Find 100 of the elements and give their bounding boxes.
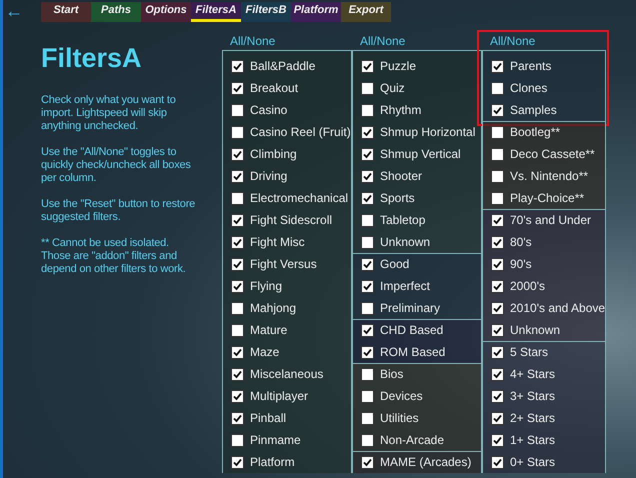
- checkbox[interactable]: [361, 104, 374, 116]
- filter-checkbox[interactable]: 5 Stars: [483, 341, 548, 363]
- checkbox[interactable]: [361, 236, 374, 248]
- checkbox[interactable]: [361, 148, 374, 160]
- checkbox[interactable]: [491, 302, 504, 314]
- filter-checkbox[interactable]: Clones: [483, 77, 548, 99]
- filter-checkbox[interactable]: Multiplayer: [223, 385, 308, 407]
- filter-checkbox[interactable]: Shooter: [353, 165, 422, 187]
- checkbox[interactable]: [361, 368, 374, 380]
- checkbox[interactable]: [231, 170, 244, 182]
- filter-checkbox[interactable]: 80's: [483, 231, 532, 253]
- filter-checkbox[interactable]: Good: [353, 253, 410, 275]
- checkbox[interactable]: [361, 60, 374, 72]
- checkbox[interactable]: [231, 104, 244, 116]
- filter-checkbox[interactable]: Shmup Horizontal: [353, 121, 476, 143]
- checkbox[interactable]: [361, 302, 374, 314]
- filter-checkbox[interactable]: Maze: [223, 341, 280, 363]
- checkbox[interactable]: [491, 148, 504, 160]
- checkbox[interactable]: [231, 456, 244, 468]
- filter-checkbox[interactable]: Rhythm: [353, 99, 422, 121]
- filter-checkbox[interactable]: 2000's: [483, 275, 545, 297]
- filter-checkbox[interactable]: Ball&Paddle: [223, 55, 316, 77]
- all-none-toggle[interactable]: All/None: [490, 34, 536, 48]
- checkbox[interactable]: [231, 258, 244, 270]
- checkbox[interactable]: [361, 280, 374, 292]
- checkbox[interactable]: [231, 302, 244, 314]
- tab[interactable]: FiltersB: [241, 2, 291, 22]
- filter-checkbox[interactable]: Samples: [483, 99, 557, 121]
- filter-checkbox[interactable]: Unknown: [353, 231, 430, 253]
- all-none-toggle[interactable]: All/None: [230, 34, 276, 48]
- filter-checkbox[interactable]: Non-Arcade: [353, 429, 444, 451]
- checkbox[interactable]: [231, 324, 244, 336]
- filter-checkbox[interactable]: Mature: [223, 319, 288, 341]
- checkbox[interactable]: [491, 214, 504, 226]
- filter-checkbox[interactable]: Deco Cassete**: [483, 143, 595, 165]
- checkbox[interactable]: [491, 104, 504, 116]
- checkbox[interactable]: [231, 412, 244, 424]
- filter-checkbox[interactable]: Pinball: [223, 407, 286, 429]
- checkbox[interactable]: [491, 280, 504, 292]
- filter-checkbox[interactable]: Parents: [483, 55, 552, 77]
- checkbox[interactable]: [231, 82, 244, 94]
- tab[interactable]: Start: [41, 2, 91, 22]
- checkbox[interactable]: [361, 214, 374, 226]
- checkbox[interactable]: [231, 280, 244, 292]
- checkbox[interactable]: [231, 148, 244, 160]
- checkbox[interactable]: [361, 82, 374, 94]
- tab[interactable]: Platform: [291, 2, 341, 22]
- tab[interactable]: Paths: [91, 2, 141, 22]
- checkbox[interactable]: [231, 126, 244, 138]
- filter-checkbox[interactable]: Bios: [353, 363, 404, 385]
- checkbox[interactable]: [231, 346, 244, 358]
- filter-checkbox[interactable]: 2010's and Above: [483, 297, 606, 319]
- checkbox[interactable]: [491, 170, 504, 182]
- checkbox[interactable]: [361, 434, 374, 446]
- filter-checkbox[interactable]: Puzzle: [353, 55, 416, 77]
- checkbox[interactable]: [231, 390, 244, 402]
- checkbox[interactable]: [361, 390, 374, 402]
- checkbox[interactable]: [491, 192, 504, 204]
- checkbox[interactable]: [491, 82, 504, 94]
- filter-checkbox[interactable]: Quiz: [353, 77, 405, 99]
- checkbox[interactable]: [361, 192, 374, 204]
- filter-checkbox[interactable]: Platform: [223, 451, 295, 473]
- filter-checkbox[interactable]: MAME (Arcades): [353, 451, 472, 473]
- filter-checkbox[interactable]: Devices: [353, 385, 423, 407]
- checkbox[interactable]: [231, 236, 244, 248]
- checkbox[interactable]: [491, 368, 504, 380]
- filter-checkbox[interactable]: Casino: [223, 99, 288, 121]
- filter-checkbox[interactable]: 2+ Stars: [483, 407, 556, 429]
- filter-checkbox[interactable]: Climbing: [223, 143, 297, 165]
- checkbox[interactable]: [491, 258, 504, 270]
- checkbox[interactable]: [361, 126, 374, 138]
- filter-checkbox[interactable]: 4+ Stars: [483, 363, 556, 385]
- filter-checkbox[interactable]: ROM Based: [353, 341, 446, 363]
- checkbox[interactable]: [231, 368, 244, 380]
- filter-checkbox[interactable]: Driving: [223, 165, 288, 187]
- filter-checkbox[interactable]: Unknown: [483, 319, 560, 341]
- filter-checkbox[interactable]: Shmup Vertical: [353, 143, 461, 165]
- filter-checkbox[interactable]: Tabletop: [353, 209, 426, 231]
- checkbox[interactable]: [491, 324, 504, 336]
- filter-checkbox[interactable]: Flying: [223, 275, 282, 297]
- filter-checkbox[interactable]: 70's and Under: [483, 209, 592, 231]
- checkbox[interactable]: [491, 126, 504, 138]
- checkbox[interactable]: [491, 434, 504, 446]
- filter-checkbox[interactable]: Imperfect: [353, 275, 430, 297]
- checkbox[interactable]: [361, 346, 374, 358]
- filter-checkbox[interactable]: Utilities: [353, 407, 419, 429]
- checkbox[interactable]: [361, 170, 374, 182]
- filter-checkbox[interactable]: Casino Reel (Fruit): [223, 121, 351, 143]
- filter-checkbox[interactable]: Miscelaneous: [223, 363, 324, 385]
- filter-checkbox[interactable]: 90's: [483, 253, 532, 275]
- filter-checkbox[interactable]: Preliminary: [353, 297, 440, 319]
- checkbox[interactable]: [231, 192, 244, 204]
- filter-checkbox[interactable]: Fight Sidescroll: [223, 209, 332, 231]
- checkbox[interactable]: [491, 236, 504, 248]
- checkbox[interactable]: [231, 214, 244, 226]
- filter-checkbox[interactable]: Electromechanical: [223, 187, 348, 209]
- checkbox[interactable]: [361, 324, 374, 336]
- checkbox[interactable]: [491, 60, 504, 72]
- filter-checkbox[interactable]: 1+ Stars: [483, 429, 556, 451]
- filter-checkbox[interactable]: 3+ Stars: [483, 385, 556, 407]
